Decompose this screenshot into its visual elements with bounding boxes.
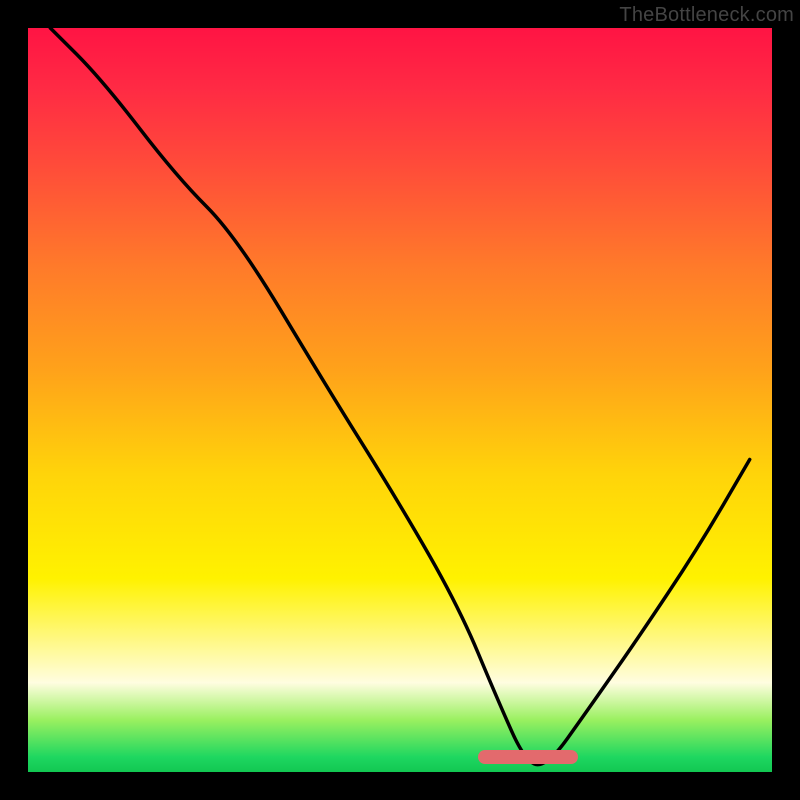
bottleneck-curve <box>28 28 772 772</box>
plot-frame <box>28 28 772 772</box>
curve-path <box>50 28 749 765</box>
optimum-marker <box>478 750 578 764</box>
watermark-text: TheBottleneck.com <box>619 4 794 27</box>
